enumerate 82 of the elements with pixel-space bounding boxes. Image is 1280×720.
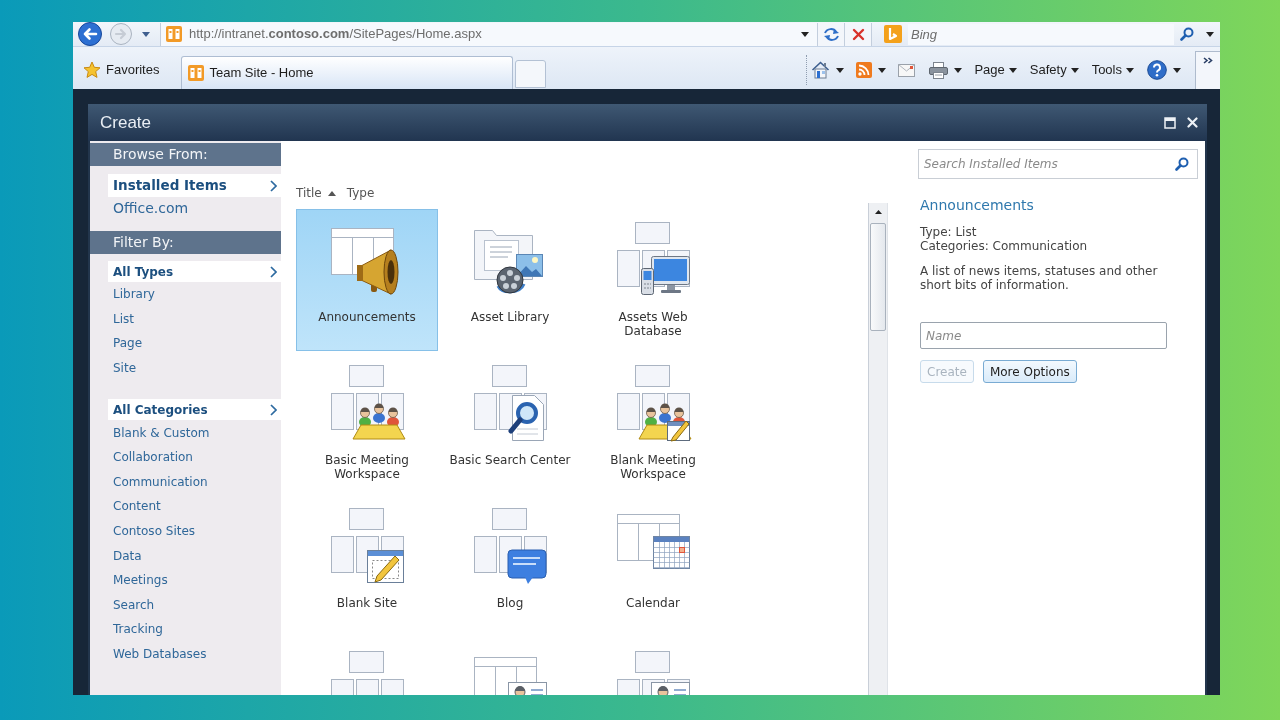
dialog-title: Create <box>100 111 152 134</box>
double-chevron-icon <box>1203 57 1213 64</box>
address-field[interactable]: http://intranet.contoso.com/SitePages/Home.aspx <box>160 22 818 46</box>
type-text: Type: List <box>920 225 978 239</box>
sidebar-item[interactable]: Site <box>108 355 281 381</box>
url-text: http://intranet.contoso.com/SitePages/Home.aspx <box>189 25 482 44</box>
sort-link[interactable]: Title <box>296 184 336 202</box>
site-icon <box>188 65 205 81</box>
caret-icon[interactable] <box>1008 67 1017 73</box>
favorites-button[interactable]: Favorites <box>78 57 165 83</box>
sidebar-item[interactable]: Web Databases <box>108 641 281 667</box>
template-tile[interactable]: Blank Meeting Workspace <box>582 352 724 494</box>
template-tile[interactable]: Basic Search Center <box>439 352 581 494</box>
help-icon[interactable] <box>1147 60 1167 80</box>
template-tile[interactable]: Asset Library <box>439 209 581 351</box>
menu-button[interactable]: Tools <box>1091 60 1134 80</box>
up-arrow-icon <box>874 210 882 214</box>
caret-icon[interactable] <box>1070 67 1079 73</box>
scrollbar[interactable] <box>868 203 888 695</box>
refresh-button[interactable] <box>818 22 845 46</box>
chevron-icon <box>270 179 277 192</box>
caret-icon[interactable] <box>954 67 963 73</box>
sidebar-item[interactable]: All Categories <box>108 399 281 421</box>
caret-icon[interactable] <box>836 67 845 73</box>
name-field[interactable]: Name <box>920 322 1167 349</box>
sidebar-heading: Browse From: <box>90 143 281 166</box>
caret-icon[interactable] <box>1206 31 1214 37</box>
sidebar-item[interactable]: All Types <box>108 261 281 282</box>
template-tile[interactable]: Calendar <box>582 495 724 637</box>
sidebar-item[interactable]: Content <box>108 494 281 519</box>
categories-text: Categories: Communication <box>920 239 1089 253</box>
overflow-button[interactable] <box>1195 51 1220 89</box>
search-provider-icon <box>884 25 902 43</box>
close-icon[interactable] <box>1187 117 1198 128</box>
sort-arrow-icon <box>327 190 336 196</box>
search-icon[interactable] <box>1175 157 1189 171</box>
sort-link[interactable]: Type <box>346 184 375 202</box>
caret-icon[interactable] <box>878 67 887 73</box>
description-text: A list of news items, statuses and other short bits of information. <box>920 264 1159 292</box>
caret-icon[interactable] <box>801 31 809 37</box>
sidebar-item[interactable]: Blank & Custom <box>108 420 281 445</box>
envelope-icon[interactable] <box>898 63 916 77</box>
stop-button[interactable] <box>845 22 872 46</box>
sidebar-heading: Filter By: <box>90 231 281 254</box>
rss-feed-icon[interactable] <box>856 62 873 78</box>
action-button[interactable]: More Options <box>982 360 1077 383</box>
search-icon[interactable] <box>1180 27 1194 41</box>
sidebar-item[interactable]: List <box>108 306 281 332</box>
sidebar-item[interactable]: Office.com <box>108 197 281 220</box>
sidebar-item[interactable]: Contoso Sites <box>108 518 281 544</box>
sidebar-item[interactable]: Search <box>108 592 281 618</box>
maximize-icon[interactable] <box>1164 116 1176 129</box>
sidebar-item[interactable]: Meetings <box>108 567 281 593</box>
printer-icon[interactable] <box>929 61 949 79</box>
sidebar-item[interactable]: Tracking <box>108 617 281 642</box>
browser-tab[interactable]: Team Site - Home <box>181 56 514 89</box>
menu-button[interactable]: Page <box>974 60 1017 80</box>
star-icon <box>83 61 101 79</box>
web-search-field[interactable]: Bing <box>908 23 1174 45</box>
search-field[interactable]: Search Installed Items <box>918 149 1198 179</box>
sidebar-item[interactable]: Communication <box>108 469 281 495</box>
caret-icon[interactable] <box>1126 67 1134 73</box>
chevron-icon <box>270 265 277 278</box>
sidebar-item[interactable]: Page <box>108 331 281 356</box>
caret-icon[interactable] <box>1173 67 1181 73</box>
home-icon[interactable] <box>811 61 831 79</box>
sidebar-item[interactable]: Installed Items <box>108 174 281 197</box>
sidebar-item[interactable]: Data <box>108 543 281 568</box>
template-tile[interactable]: Announcements <box>296 209 438 351</box>
sidebar-item[interactable]: Library <box>108 282 281 307</box>
template-tile[interactable]: Assets Web Database <box>582 209 724 351</box>
template-tile[interactable]: Basic Meeting Workspace <box>296 352 438 494</box>
scroll-thumb[interactable] <box>870 223 886 331</box>
site-icon <box>166 26 182 42</box>
template-tile[interactable]: Blog <box>439 495 581 637</box>
details-title: Announcements <box>920 197 1035 213</box>
stop-icon <box>851 27 865 41</box>
refresh-icon <box>822 26 840 42</box>
chevron-icon <box>270 403 277 416</box>
template-tile[interactable]: Blank Site <box>296 495 438 637</box>
menu-button[interactable]: Safety <box>1029 60 1079 80</box>
sidebar-item[interactable]: Collaboration <box>108 444 281 470</box>
